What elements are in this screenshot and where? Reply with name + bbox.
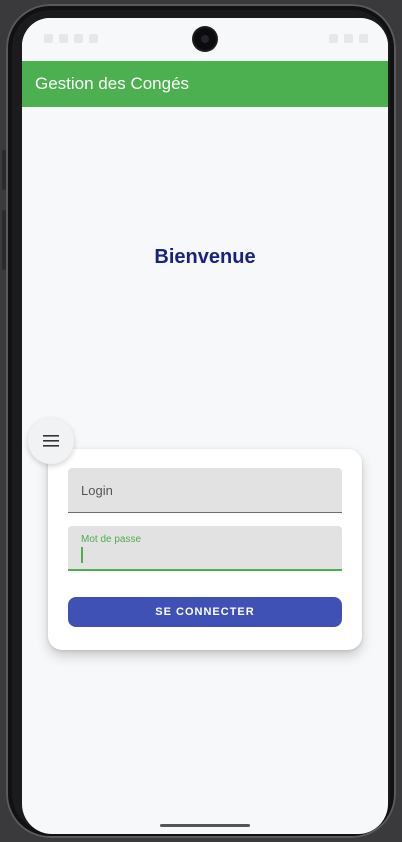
- signal-icon: [344, 34, 353, 43]
- notification-icon: [89, 34, 98, 43]
- login-placeholder: Login: [81, 483, 113, 498]
- connect-button[interactable]: SE CONNECTER: [68, 597, 342, 627]
- home-indicator[interactable]: [160, 824, 250, 827]
- volume-button: [2, 150, 6, 190]
- system-status-icons: [329, 34, 368, 43]
- status-bar: [22, 18, 388, 61]
- login-field[interactable]: Login: [68, 468, 342, 513]
- front-camera: [194, 28, 216, 50]
- notification-icon: [59, 34, 68, 43]
- menu-button[interactable]: [28, 418, 74, 464]
- device-screen: Gestion des Congés Bienvenue Login Mot d…: [22, 18, 388, 834]
- side-button: [2, 210, 6, 270]
- notification-icons: [44, 34, 98, 43]
- notification-icon: [74, 34, 83, 43]
- login-card: Login Mot de passe SE CONNECTER: [48, 449, 362, 650]
- notification-icon: [44, 34, 53, 43]
- welcome-heading: Bienvenue: [154, 246, 256, 268]
- password-label: Mot de passe: [81, 534, 142, 545]
- hamburger-menu-icon: [43, 435, 59, 447]
- app-title: Gestion des Congés: [35, 74, 190, 93]
- password-field[interactable]: Mot de passe: [68, 526, 342, 571]
- battery-icon: [359, 34, 368, 43]
- app-bar: Gestion des Congés: [22, 61, 388, 107]
- text-cursor: [81, 547, 83, 563]
- wifi-icon: [329, 34, 338, 43]
